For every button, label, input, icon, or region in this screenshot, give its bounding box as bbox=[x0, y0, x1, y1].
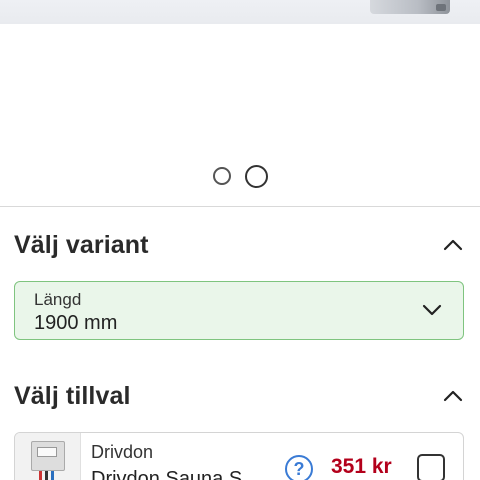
product-fixture-tip bbox=[436, 4, 446, 11]
length-select[interactable]: Längd 1900 mm bbox=[14, 281, 464, 340]
wire-blue-graphic bbox=[51, 471, 54, 480]
length-select-value: 1900 mm bbox=[34, 312, 118, 334]
gallery-pagination bbox=[0, 164, 480, 188]
wire-red-graphic bbox=[39, 471, 42, 480]
variant-section-header[interactable]: Välj variant bbox=[0, 225, 480, 265]
addon-name: Drivdon Sauna S bbox=[91, 468, 243, 480]
addon-price: 351 kr bbox=[331, 455, 392, 478]
addon-checkbox[interactable] bbox=[417, 454, 445, 480]
variant-section-title: Välj variant bbox=[14, 230, 149, 259]
chevron-down-icon bbox=[421, 299, 443, 321]
product-image bbox=[0, 0, 480, 24]
addon-card[interactable]: Drivdon Drivdon Sauna S ? 351 kr bbox=[14, 432, 464, 480]
chevron-up-icon[interactable] bbox=[442, 385, 464, 407]
gallery-dot-2-active[interactable] bbox=[244, 164, 268, 188]
help-icon[interactable]: ? bbox=[285, 455, 313, 480]
wire-black-graphic bbox=[45, 471, 48, 480]
length-select-label: Längd bbox=[34, 290, 82, 309]
chevron-up-icon[interactable] bbox=[442, 234, 464, 256]
gallery-dot-1[interactable] bbox=[212, 167, 231, 185]
addon-thumbnail bbox=[15, 433, 81, 480]
product-image-gallery[interactable] bbox=[0, 0, 480, 207]
driver-label-graphic bbox=[37, 447, 57, 457]
addon-category: Drivdon bbox=[91, 442, 154, 462]
addons-section-header[interactable]: Välj tillval bbox=[0, 376, 480, 416]
addons-section-title: Välj tillval bbox=[14, 381, 131, 410]
